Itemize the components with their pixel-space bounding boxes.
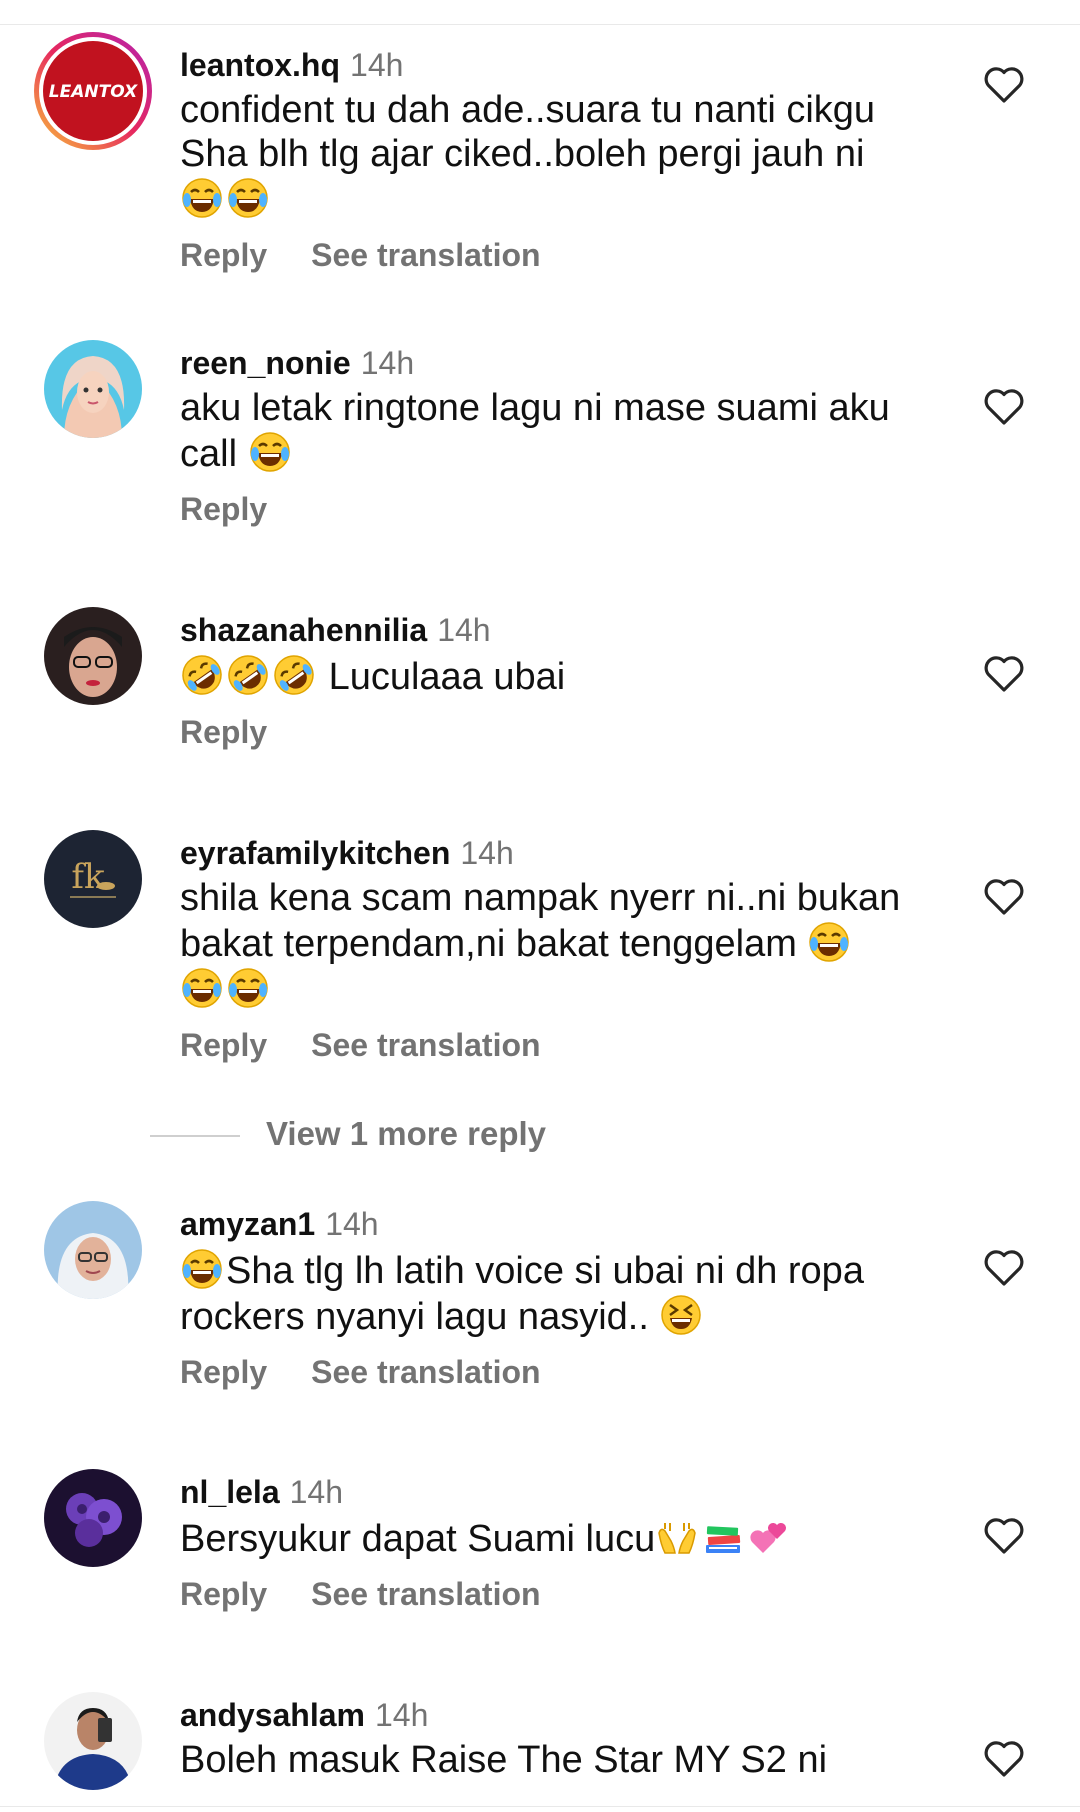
avatar[interactable] <box>44 1469 142 1567</box>
see-translation-button[interactable]: See translation <box>311 1354 540 1390</box>
reply-button[interactable]: Reply <box>180 1027 267 1063</box>
timestamp: 14h <box>350 47 404 83</box>
face-with-tears-of-joy-icon <box>248 430 292 474</box>
see-translation-button[interactable]: See translation <box>311 237 540 273</box>
username[interactable]: eyrafamilykitchen <box>180 835 450 871</box>
comment-meta: amyzan1 14h <box>180 1201 940 1247</box>
palms-up-together-icon <box>655 1515 699 1559</box>
reply-button[interactable]: Reply <box>180 1354 267 1390</box>
bottom-divider <box>0 1806 1080 1807</box>
comment-body: reen_nonie 14h aku letak ringtone lagu ni… <box>180 340 940 534</box>
top-divider <box>0 24 1080 25</box>
two-hearts-icon <box>747 1515 791 1559</box>
see-translation-button[interactable]: See translation <box>311 1027 540 1063</box>
timestamp: 14h <box>325 1206 379 1242</box>
rolling-on-floor-laughing-icon <box>272 653 316 697</box>
comment-text: Bersyukur dapat Suami lucu <box>180 1515 940 1561</box>
comment-body: shazanahennilia 14h Luculaaa ubai Reply <box>180 607 940 757</box>
avatar[interactable]: fk <box>44 830 142 928</box>
comment-body: nl_lela 14h Bersyukur dapat Suami lucu Re… <box>180 1469 940 1619</box>
see-translation-button[interactable]: See translation <box>311 1576 540 1612</box>
like-heart-icon[interactable] <box>982 1738 1026 1778</box>
comment-text-content: Sha tlg lh latih voice si ubai ni dh rop… <box>180 1250 864 1338</box>
comment-text: confident tu dah ade..suara tu nanti cik… <box>180 88 940 222</box>
view-more-replies-button[interactable]: View 1 more reply <box>150 1112 546 1156</box>
username[interactable]: nl_lela <box>180 1474 280 1510</box>
comment-text: Boleh masuk Raise The Star MY S2 ni <box>180 1738 940 1782</box>
view-more-replies-label: View 1 more reply <box>266 1115 547 1152</box>
comment-actions: Reply See translation <box>180 230 940 280</box>
avatar[interactable] <box>44 607 142 705</box>
comment-meta: shazanahennilia 14h <box>180 607 940 653</box>
comment-meta: andysahlam 14h <box>180 1692 940 1738</box>
rolling-on-floor-laughing-icon <box>180 653 224 697</box>
comment-text-content: Boleh masuk Raise The Star MY S2 ni <box>180 1739 828 1781</box>
comment-text: aku letak ringtone lagu ni mase suami ak… <box>180 386 940 476</box>
rolling-on-floor-laughing-icon <box>226 653 270 697</box>
face-with-tears-of-joy-icon <box>180 176 224 220</box>
reply-button[interactable]: Reply <box>180 1576 267 1612</box>
comment-actions: Reply <box>180 484 940 534</box>
timestamp: 14h <box>374 1697 429 1733</box>
username[interactable]: leantox.hq <box>180 47 340 83</box>
timestamp: 14h <box>289 1474 343 1510</box>
comment-text-content: Luculaaa ubai <box>328 656 566 698</box>
avatar-logo-text: fk <box>71 857 105 897</box>
username[interactable]: andysahlam <box>180 1697 365 1733</box>
like-heart-icon[interactable] <box>982 386 1026 426</box>
timestamp: 14h <box>437 612 491 648</box>
comment-body: leantox.hq 14h confident tu dah ade..suar… <box>180 42 940 280</box>
timestamp: 14h <box>460 835 514 871</box>
face-with-tears-of-joy-icon <box>226 966 270 1010</box>
username[interactable]: reen_nonie <box>180 345 351 381</box>
like-heart-icon[interactable] <box>982 876 1026 916</box>
username[interactable]: shazanahennilia <box>180 612 427 648</box>
avatar[interactable]: LEANTOX <box>32 30 154 152</box>
comment-meta: nl_lela 14h <box>180 1469 940 1515</box>
face-with-tears-of-joy-icon <box>807 920 851 964</box>
comment-meta: reen_nonie 14h <box>180 340 940 386</box>
timestamp: 14h <box>360 345 415 381</box>
comment-actions: Reply See translation <box>180 1347 940 1397</box>
reply-button[interactable]: Reply <box>180 237 267 273</box>
face-with-tears-of-joy-icon <box>180 1247 224 1291</box>
face-with-tears-of-joy-icon <box>226 176 270 220</box>
comment-meta: eyrafamilykitchen 14h <box>180 830 940 876</box>
comment-body: amyzan1 14h Sha tlg lh latih voice si uba… <box>180 1201 940 1397</box>
comment-text-content: Bersyukur dapat Suami lucu <box>180 1518 656 1560</box>
books-icon <box>701 1515 745 1559</box>
avatar[interactable] <box>44 340 142 438</box>
username[interactable]: amyzan1 <box>180 1206 315 1242</box>
thread-divider <box>150 1135 240 1138</box>
comment-text-content: confident tu dah ade..suara tu nanti cik… <box>180 89 876 175</box>
comment-text: Luculaaa ubai <box>180 653 940 699</box>
comment-text: shila kena scam nampak nyerr ni..ni buka… <box>180 876 940 1012</box>
avatar[interactable] <box>44 1692 142 1790</box>
comment-meta: leantox.hq 14h <box>180 42 940 88</box>
reply-button[interactable]: Reply <box>180 714 267 750</box>
like-heart-icon[interactable] <box>982 653 1026 693</box>
like-heart-icon[interactable] <box>982 1247 1026 1287</box>
face-with-tears-of-joy-icon <box>180 966 224 1010</box>
comment-actions: Reply See translation <box>180 1569 940 1619</box>
like-heart-icon[interactable] <box>982 64 1026 104</box>
comment-actions: Reply See translation <box>180 1020 940 1070</box>
comment-text-content: shila kena scam nampak nyerr ni..ni buka… <box>180 877 901 965</box>
grinning-squinting-face-icon <box>659 1293 703 1337</box>
like-heart-icon[interactable] <box>982 1515 1026 1555</box>
comment-body: eyrafamilykitchen 14h shila kena scam nam… <box>180 830 940 1070</box>
avatar-logo-text: LEANTOX <box>49 82 138 102</box>
comment-actions: Reply <box>180 707 940 757</box>
avatar[interactable] <box>44 1201 142 1299</box>
reply-button[interactable]: Reply <box>180 491 267 527</box>
comment-body: andysahlam 14h Boleh masuk Raise The Star… <box>180 1692 940 1782</box>
comment-text: Sha tlg lh latih voice si ubai ni dh rop… <box>180 1247 940 1339</box>
